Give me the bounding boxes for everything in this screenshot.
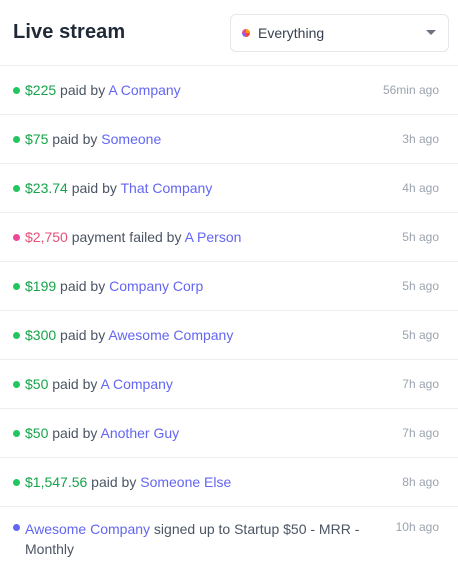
event-verb: paid by (48, 376, 101, 392)
event-text: $50 paid by A Company (25, 374, 392, 394)
event-verb: paid by (56, 82, 109, 98)
actor-link[interactable]: A Company (101, 376, 173, 392)
status-dot (13, 184, 20, 192)
event-row: $225 paid by A Company 56min ago (0, 66, 458, 115)
event-filter-dropdown[interactable]: Everything (230, 13, 449, 52)
status-dot (13, 233, 20, 241)
actor-link[interactable]: A Company (108, 82, 180, 98)
event-time: 8h ago (402, 475, 439, 489)
page-title: Live stream (13, 21, 126, 43)
event-amount: $1,547.56 (25, 474, 88, 490)
event-text: $199 paid by Company Corp (25, 276, 392, 296)
event-time: 56min ago (382, 83, 439, 97)
event-time: 7h ago (402, 426, 439, 440)
event-text: $50 paid by Another Guy (25, 423, 392, 443)
event-time: 10h ago (395, 520, 439, 534)
event-row: $75 paid by Someone 3h ago (0, 115, 458, 164)
status-dot (13, 135, 20, 143)
status-dot (13, 380, 20, 388)
event-time: 7h ago (402, 377, 439, 391)
actor-link[interactable]: Awesome Company (108, 327, 233, 343)
event-text: $23.74 paid by That Company (25, 178, 392, 198)
event-amount: $300 (25, 327, 57, 343)
actor-link[interactable]: Someone (101, 131, 161, 147)
actor-link[interactable]: A Person (185, 229, 242, 245)
actor-link[interactable]: Awesome Company (25, 521, 150, 537)
event-verb: paid by (67, 180, 121, 196)
event-text: $1,547.56 paid by Someone Else (25, 472, 392, 492)
event-row: $2,750 payment failed by A Person 5h ago (0, 213, 458, 262)
event-row: $50 paid by Another Guy 7h ago (0, 409, 458, 458)
event-verb: paid by (56, 278, 110, 294)
event-amount: $225 (25, 82, 57, 98)
event-verb: paid by (48, 425, 101, 441)
event-amount: $50 (25, 425, 49, 441)
event-amount: $75 (25, 131, 49, 147)
pie-chart-icon (242, 28, 250, 37)
event-row: $50 paid by A Company 7h ago (0, 360, 458, 409)
event-verb: paid by (87, 474, 141, 490)
event-text: $225 paid by A Company (25, 80, 373, 100)
event-verb: signed up to (150, 521, 235, 537)
event-time: 5h ago (402, 279, 439, 293)
event-amount: $199 (25, 278, 57, 294)
event-amount: $2,750 (25, 229, 68, 245)
event-text: $300 paid by Awesome Company (25, 325, 392, 345)
actor-link[interactable]: That Company (121, 180, 213, 196)
event-row: Awesome Company signed up to Startup $50… (0, 507, 458, 569)
filter-selected-label: Everything (258, 24, 325, 41)
event-row: $1,547.56 paid by Someone Else 8h ago (0, 458, 458, 507)
event-time: 5h ago (402, 230, 439, 244)
actor-link[interactable]: Another Guy (101, 425, 180, 441)
event-amount: $50 (25, 376, 49, 392)
chevron-down-icon (426, 30, 436, 35)
status-dot (13, 524, 20, 531)
event-time: 5h ago (402, 328, 439, 342)
event-row: $23.74 paid by That Company 4h ago (0, 164, 458, 213)
event-text: Awesome Company signed up to Startup $50… (25, 519, 386, 559)
actor-link[interactable]: Someone Else (140, 474, 231, 490)
status-dot (13, 331, 20, 339)
event-amount: $23.74 (25, 180, 68, 196)
event-text: $75 paid by Someone (25, 129, 392, 149)
actor-link[interactable]: Company Corp (109, 278, 203, 294)
event-verb: paid by (56, 327, 109, 343)
status-dot (13, 478, 20, 486)
event-row: $199 paid by Company Corp 5h ago (0, 262, 458, 311)
event-time: 4h ago (402, 181, 439, 195)
event-row: $300 paid by Awesome Company 5h ago (0, 311, 458, 360)
status-dot (13, 282, 20, 290)
live-stream-panel: Live stream Everything $225 paid by A Co… (0, 0, 458, 571)
event-list: $225 paid by A Company 56min ago $75 pai… (0, 66, 458, 569)
status-dot (13, 86, 20, 94)
event-verb: payment failed by (67, 229, 185, 245)
event-time: 3h ago (402, 132, 439, 146)
header: Live stream Everything (0, 0, 458, 66)
event-verb: paid by (48, 131, 102, 147)
status-dot (13, 429, 20, 437)
event-text: $2,750 payment failed by A Person (25, 227, 392, 247)
